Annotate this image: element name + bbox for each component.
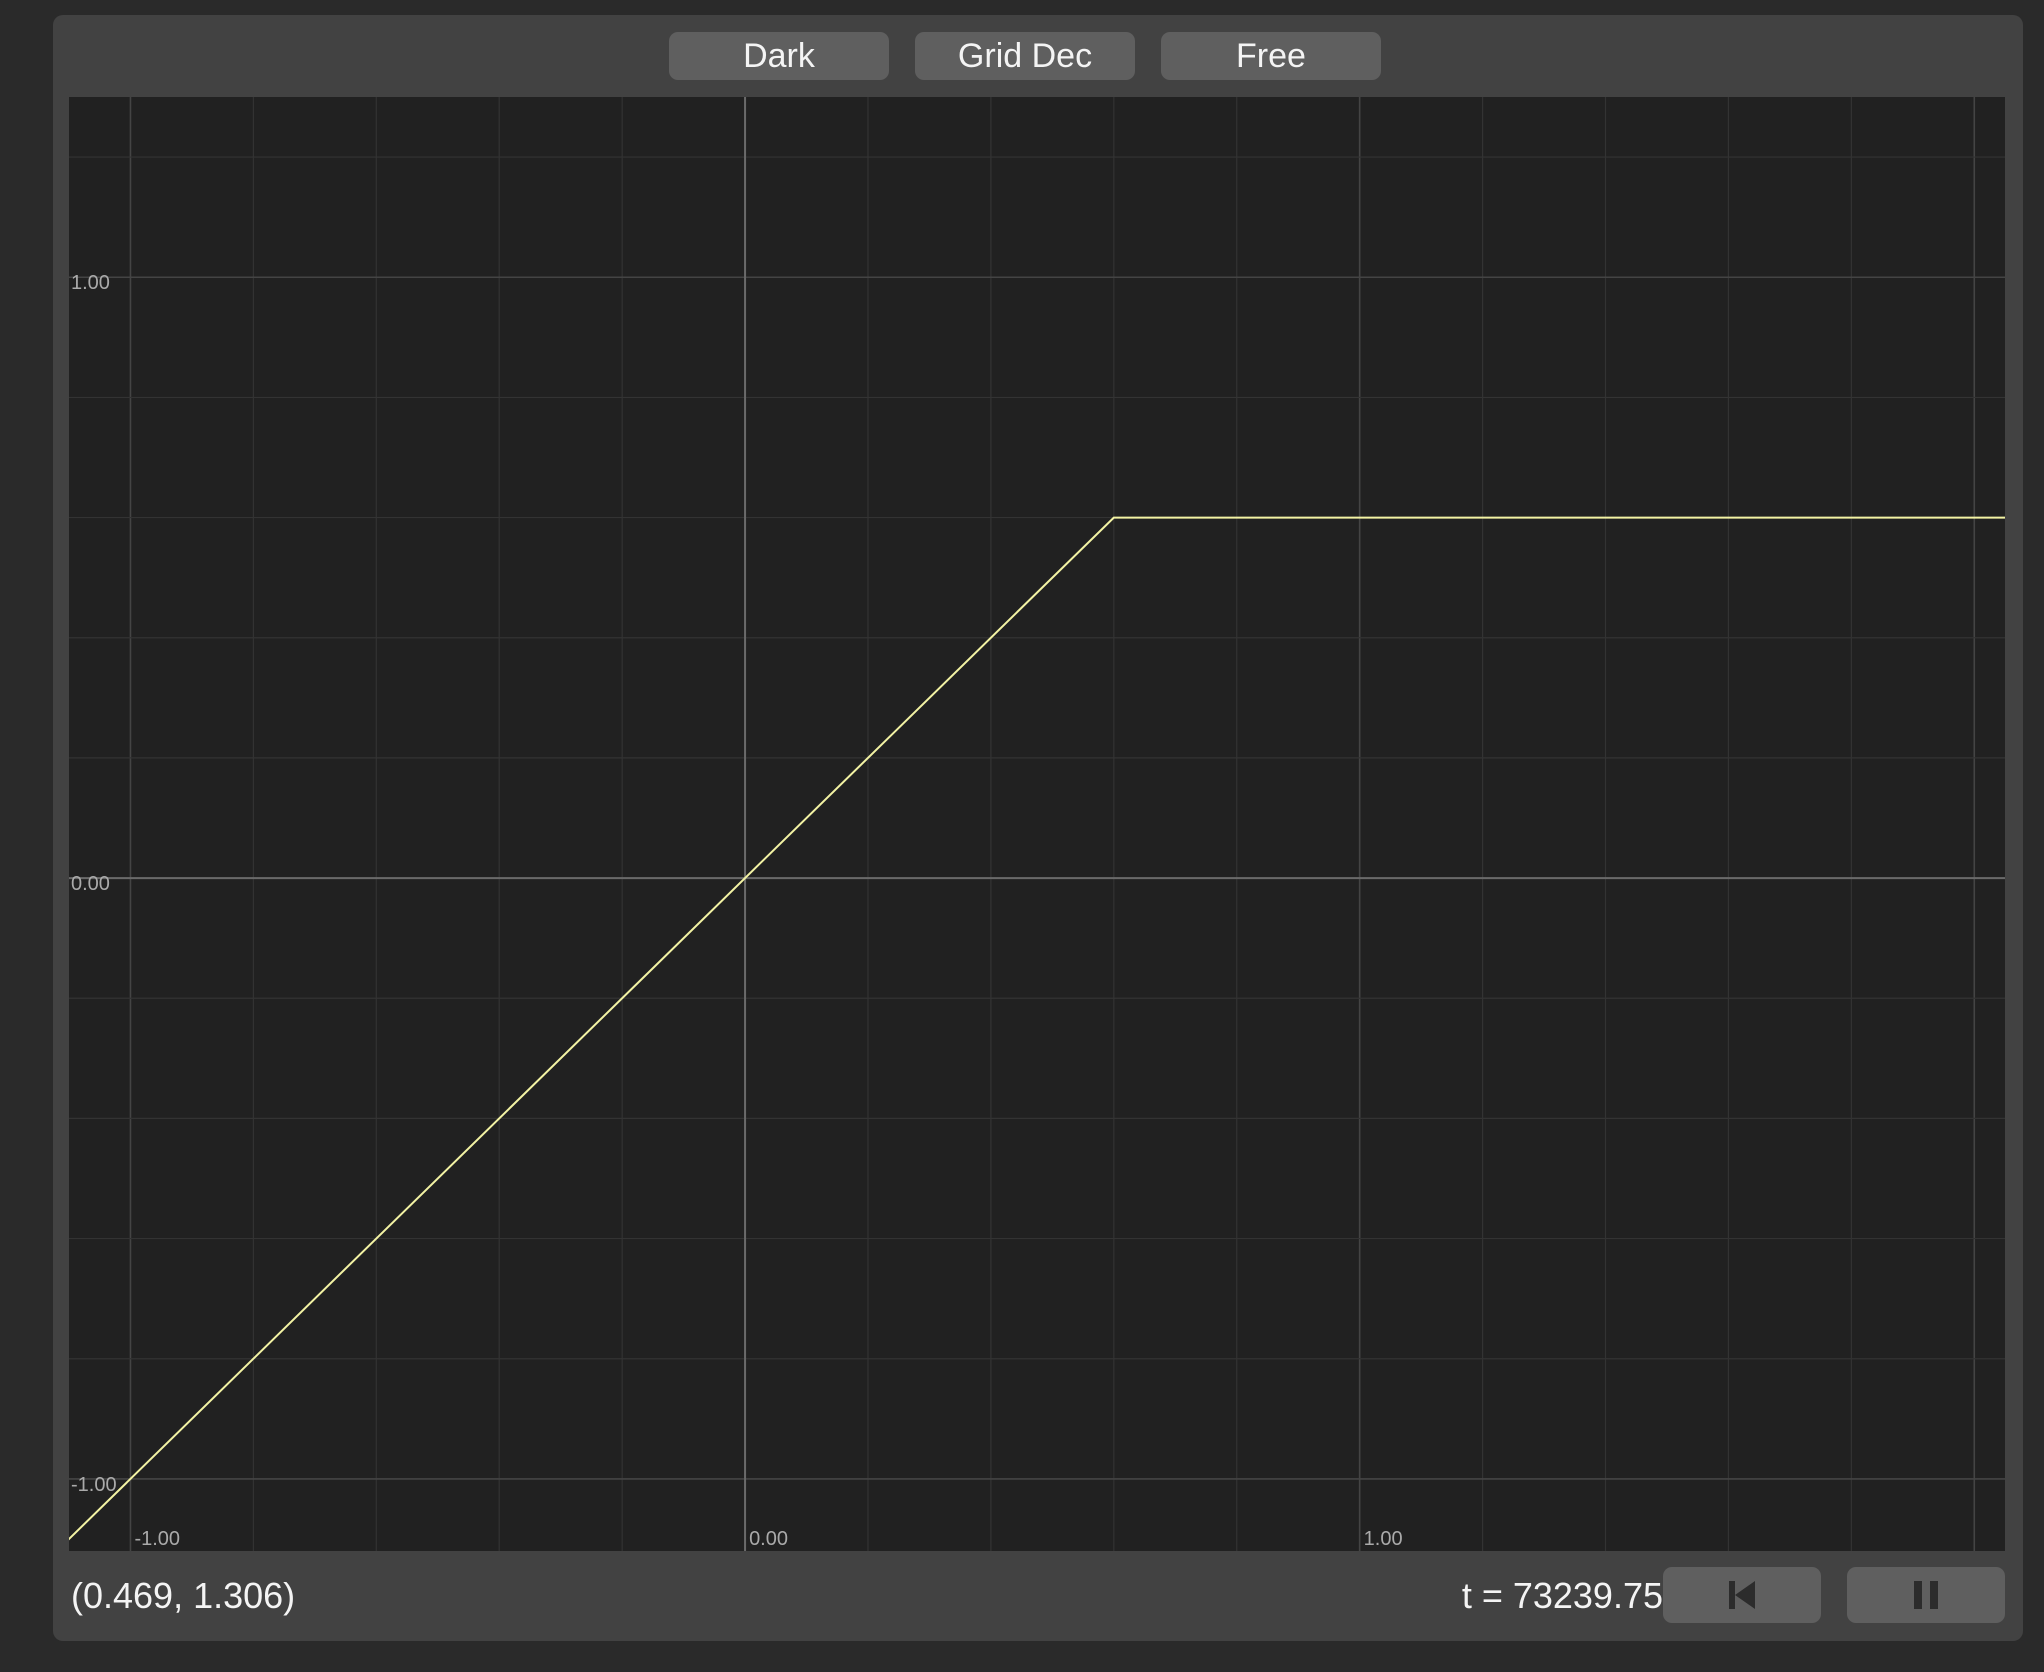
x-tick-label: 1.00 <box>1364 1528 1403 1550</box>
toolbar: Dark Grid Dec Free <box>53 15 2023 97</box>
theme-toggle-button[interactable]: Dark <box>669 32 889 80</box>
view-mode-button[interactable]: Free <box>1161 32 1381 80</box>
cursor-coordinates: (0.469, 1.306) <box>71 1575 296 1616</box>
plot-area[interactable]: 1.00 0.00 -1.00 -1.00 0.00 1.00 <box>69 97 2005 1551</box>
skip-to-start-icon <box>1729 1581 1755 1609</box>
x-tick-label: -1.00 <box>134 1528 180 1550</box>
pause-icon <box>1914 1581 1938 1609</box>
plotter-panel: Dark Grid Dec Free 1.00 0.00 -1.00 -1.00 0.0… <box>53 15 2023 1641</box>
grid-mode-button[interactable]: Grid Dec <box>915 32 1135 80</box>
function-graph[interactable]: 1.00 0.00 -1.00 -1.00 0.00 1.00 <box>69 97 2005 1551</box>
y-tick-label: 0.00 <box>71 873 110 895</box>
restart-button[interactable] <box>1663 1567 1821 1623</box>
x-tick-label: 0.00 <box>749 1528 788 1550</box>
time-readout: t = 73239.75 <box>1461 1575 1663 1616</box>
y-tick-label: -1.00 <box>71 1474 117 1496</box>
y-tick-label: 1.00 <box>71 272 110 294</box>
status-bar: (0.469, 1.306) t = 73239.75 <box>53 1551 2023 1641</box>
series-line <box>69 516 2005 1541</box>
pause-button[interactable] <box>1847 1567 2005 1623</box>
